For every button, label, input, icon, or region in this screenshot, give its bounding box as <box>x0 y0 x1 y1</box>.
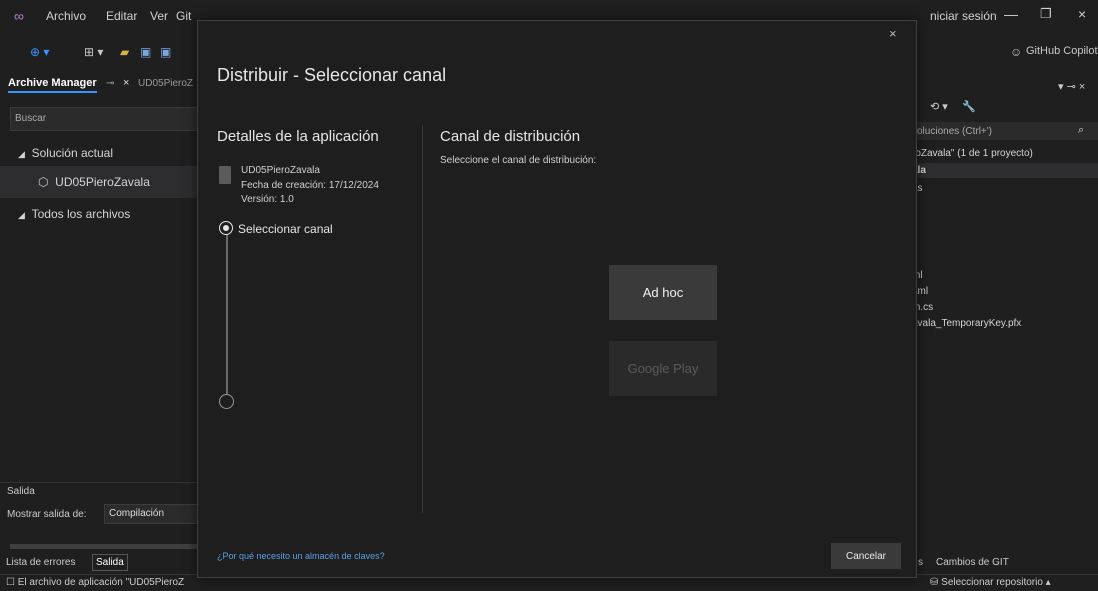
step-current-dot <box>223 225 229 231</box>
open-folder-icon[interactable]: ▰ <box>120 45 129 59</box>
close-window-icon[interactable]: × <box>1078 6 1086 22</box>
close-icon[interactable]: × <box>889 26 897 41</box>
output-source-value: Compilación <box>109 508 165 519</box>
google-play-button[interactable]: Google Play <box>609 341 717 396</box>
expand-icon: ◢ <box>18 210 25 220</box>
tree-label: Solución actual <box>31 146 113 160</box>
search-placeholder: Buscar <box>15 113 47 124</box>
selected-row-bg <box>905 163 1098 178</box>
wizard-step-line <box>226 234 228 396</box>
solution-node[interactable]: roZavala" (1 de 1 proyecto) <box>912 148 1033 159</box>
ad-hoc-button[interactable]: Ad hoc <box>609 265 717 320</box>
search-input[interactable]: Buscar <box>10 107 198 131</box>
dialog-title: Distribuir - Seleccionar canal <box>217 65 447 85</box>
distribute-dialog <box>197 20 917 578</box>
tab-git-changes[interactable]: Cambios de GIT <box>936 557 1009 568</box>
solution-search-placeholder: soluciones (Ctrl+') <box>912 126 992 137</box>
show-output-label: Mostrar salida de: <box>7 509 87 520</box>
tab-solution-explorer[interactable]: s <box>918 557 923 568</box>
save-icon[interactable]: ▣ <box>140 45 151 59</box>
panel-menu-icon[interactable]: ▾ ⊸ × <box>1058 80 1085 93</box>
distribution-channel-heading: Canal de distribución <box>440 128 581 145</box>
tab-error-list[interactable]: Lista de errores <box>6 557 75 568</box>
menu-archivo[interactable]: Archivo <box>46 9 86 23</box>
tab-ud05[interactable]: UD05PieroZ <box>138 78 196 89</box>
menu-editar[interactable]: Editar <box>106 9 137 23</box>
tab-output[interactable]: Salida <box>92 554 128 571</box>
tree-label: Todos los archivos <box>31 207 131 221</box>
app-details-heading: Detalles de la aplicación <box>217 128 379 145</box>
signin-link[interactable]: niciar sesión <box>930 9 997 23</box>
status-text: El archivo de aplicación "UD05PieroZ <box>17 577 185 588</box>
app-name: UD05PieroZavala <box>241 165 320 176</box>
menu-git[interactable]: Git <box>176 9 191 23</box>
minimize-icon[interactable]: — <box>1004 6 1018 22</box>
new-project-icon[interactable]: ⊞ ▾ <box>84 45 103 59</box>
pin-icon[interactable]: ⊸ <box>106 78 114 89</box>
output-title: Salida <box>7 486 35 497</box>
section-divider <box>422 125 423 513</box>
save-all-icon[interactable]: ▣ <box>160 45 171 59</box>
expand-icon: ◢ <box>18 149 25 159</box>
step-next-indicator-icon <box>219 394 234 409</box>
status-message: ☐ El archivo de aplicación "UD05PieroZ <box>6 577 184 588</box>
status-checkbox-icon: ☐ <box>6 577 15 588</box>
tree-item-current-solution[interactable]: ◢ Solución actual <box>18 146 113 160</box>
sync-icon[interactable]: ⟲ ▾ <box>930 100 948 113</box>
properties-icon[interactable]: 🔧 <box>962 100 976 113</box>
repo-label: Seleccionar repositorio <box>941 577 1043 588</box>
step-select-channel: Seleccionar canal <box>238 222 333 236</box>
repo-selector[interactable]: ⛁ Seleccionar repositorio ▴ <box>930 577 1051 588</box>
output-source-select[interactable]: Compilación <box>104 504 200 524</box>
app-file-icon <box>219 166 231 184</box>
copilot-label[interactable]: GitHub Copilot <box>1026 45 1098 57</box>
file-node[interactable]: avala_TemporaryKey.pfx <box>912 318 1021 329</box>
close-tab-icon[interactable]: × <box>123 77 129 89</box>
copilot-icon: ☺ <box>1010 45 1023 59</box>
app-created-date: Fecha de creación: 17/12/2024 <box>241 180 379 191</box>
distribution-channel-subtitle: Seleccione el canal de distribución: <box>440 155 597 166</box>
search-icon[interactable]: ⌕ <box>1078 124 1084 137</box>
tree-item-all-files[interactable]: ◢ Todos los archivos <box>18 207 130 221</box>
horizontal-scrollbar[interactable] <box>10 544 198 549</box>
back-icon[interactable]: ⊕ ▾ <box>30 45 49 59</box>
project-icon: ⬡ <box>38 175 49 189</box>
tree-label: UD05PieroZavala <box>55 175 150 189</box>
tree-item-project[interactable]: ⬡ UD05PieroZavala <box>38 175 150 189</box>
cancel-button[interactable]: Cancelar <box>831 543 901 569</box>
menu-ver[interactable]: Ver <box>150 9 168 23</box>
visual-studio-logo-icon: ∞ <box>14 8 24 24</box>
why-keystore-link[interactable]: ¿Por qué necesito un almacén de claves? <box>217 551 385 561</box>
archive-manager-panel <box>0 72 198 482</box>
tab-archive-manager[interactable]: Archive Manager <box>8 77 97 93</box>
app-version: Versión: 1.0 <box>241 194 294 205</box>
restore-icon[interactable]: ❐ <box>1040 6 1052 22</box>
